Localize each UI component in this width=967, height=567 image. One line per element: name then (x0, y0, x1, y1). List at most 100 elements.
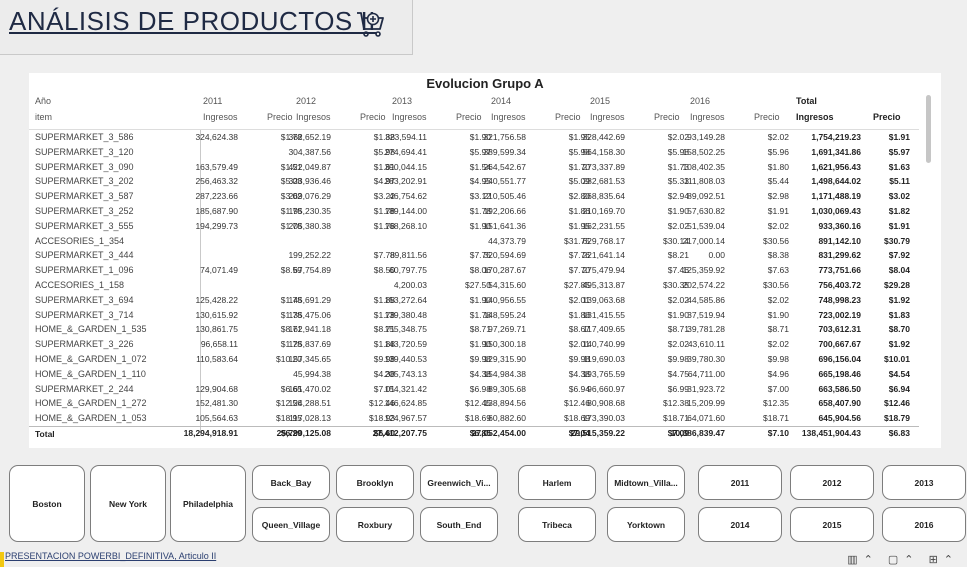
total-ingresos-cell: 773,751.66 (818, 265, 861, 276)
total-precio-cell: $8.04 (888, 265, 910, 276)
ingresos-cell: 161,470.02 (288, 383, 331, 394)
year-header[interactable]: 2015 (590, 96, 610, 106)
precio-header[interactable]: Precio (654, 112, 680, 122)
neighborhood-slicer-button[interactable]: South_End (420, 507, 498, 542)
ingresos-header[interactable]: Ingresos (296, 112, 331, 122)
city-slicer-button[interactable]: Philadelphia (170, 465, 246, 542)
page-title: ANÁLISIS DE PRODUCTOS II (9, 6, 376, 36)
precio-cell: $2.94 (667, 191, 689, 202)
neighborhood-slicer-button[interactable]: Back_Bay (252, 465, 330, 500)
table-row[interactable]: HOME_&_GARDEN_1_110 45,994.38 $4.38 205,743… (29, 368, 919, 380)
table-row[interactable]: SUPERMARKET_3_694 125,428.22 $1.78 145,691.… (29, 294, 919, 306)
neighborhood-slicer-button[interactable]: Yorktown (607, 507, 685, 542)
precio-cell: $2.02 (667, 220, 689, 231)
ingresos-cell: 185,687.90 (195, 206, 238, 216)
table-row[interactable]: ACCESORIES_1_158 4,200.03 $27.50 54,315.60 $… (29, 279, 919, 291)
precio-header[interactable]: Precio (360, 112, 386, 122)
total-ingresos-cell: 696,156.04 (818, 354, 861, 364)
precio-header[interactable]: Precio (456, 112, 482, 122)
table-row[interactable]: SUPERMARKET_3_090 163,579.49 $1.51 422,049.… (29, 161, 919, 173)
year-slicer-button[interactable]: 2015 (790, 507, 874, 542)
ingresos-header[interactable]: Ingresos (491, 112, 526, 122)
table-row[interactable]: SUPERMARKET_3_120 304,387.56 $5.98 274,694.… (29, 146, 919, 158)
neighborhood-slicer-button[interactable]: Greenwich_Vi... (420, 465, 498, 500)
neighborhood-slicer-button[interactable]: Queen_Village (252, 507, 330, 542)
total-precio-cell: $1.91 (888, 132, 910, 142)
table-row[interactable]: SUPERMARKET_3_586 324,624.38 $1.78 362,652.… (29, 131, 919, 143)
table-row[interactable]: SUPERMARKET_3_444 199,252.22 $7.78 89,811.5… (29, 249, 919, 261)
total-ingresos-header[interactable]: Ingresos (796, 112, 834, 122)
ingresos-cell: 629,768.17 (582, 235, 625, 246)
ingresos-cell: 189,144.00 (384, 206, 427, 216)
ingresos-cell: 97,269.71 (488, 324, 526, 335)
year-header[interactable]: 2012 (296, 96, 316, 106)
table-row[interactable]: SUPERMARKET_3_226 96,658.11 $1.78 125,837.6… (29, 338, 919, 350)
ingresos-header[interactable]: Ingresos (392, 112, 427, 122)
precio-cell: $2.02 (767, 132, 789, 142)
precio-cell: $18.71 (763, 413, 789, 424)
row-item-label: SUPERMARKET_3_555 (35, 220, 134, 231)
total-precio-header[interactable]: Precio (873, 112, 901, 122)
table-row[interactable]: SUPERMARKET_3_555 194,299.73 $1.78 205,380.… (29, 220, 919, 232)
year-header[interactable]: 2011 (203, 96, 222, 106)
total-ingresos-cell: 665,198.46 (818, 368, 861, 379)
vertical-scrollbar[interactable] (926, 95, 931, 163)
ingresos-cell: 46,754.62 (389, 191, 427, 202)
table-row[interactable]: SUPERMARKET_3_252 185,687.90 $1.78 195,230.… (29, 205, 919, 217)
row-header-year: Año (35, 96, 52, 106)
precio-header[interactable]: Precio (555, 112, 581, 122)
neighborhood-slicer-button[interactable]: Tribeca (518, 507, 596, 542)
ingresos-cell: 495,313.87 (582, 280, 625, 290)
city-slicer-button[interactable]: Boston (9, 465, 85, 542)
year-slicer-button[interactable]: 2011 (698, 465, 782, 500)
precio-cell: $27.50 (465, 280, 491, 290)
ingresos-cell: 129,904.68 (195, 383, 238, 394)
ingresos-cell: 139,440.53 (384, 354, 427, 364)
precio-cell: $18.69 (465, 413, 491, 424)
ingresos-cell: 154,984.38 (483, 368, 526, 379)
table-row[interactable]: SUPERMARKET_1_096 74,071.49 $8.59 67,754.89… (29, 264, 919, 276)
precio-cell: $8.71 (767, 324, 789, 335)
table-row[interactable]: SUPERMARKET_2_244 129,904.68 $6.65 161,470.… (29, 383, 919, 395)
precio-cell: $8.38 (767, 250, 789, 261)
neighborhood-slicer-button[interactable]: Harlem (518, 465, 596, 500)
table-row[interactable]: SUPERMARKET_3_202 256,463.32 $5.08 323,936.… (29, 175, 919, 187)
ingresos-header[interactable]: Ingresos (203, 112, 238, 122)
precio-cell: $2.02 (667, 132, 689, 142)
total-ingresos-cell: 658,407.90 (818, 398, 861, 409)
year-header[interactable]: 2016 (690, 96, 710, 106)
file-name-link[interactable]: PRESENTACION POWERBI_DEFINITIVA, Articul… (5, 551, 216, 561)
table-row[interactable]: HOME_&_GARDEN_1_535 130,861.75 $8.71 162,94… (29, 323, 919, 335)
table-row[interactable]: ACCESORIES_1_354 44,373.79 $31.75 629,768.1… (29, 235, 919, 247)
year-slicer-button[interactable]: 2014 (698, 507, 782, 542)
precio-header[interactable]: Precio (754, 112, 780, 122)
city-slicer-button[interactable]: New York (90, 465, 166, 542)
chart-icon[interactable]: ▥⌃ (847, 554, 879, 566)
neighborhood-slicer-button[interactable]: Brooklyn (336, 465, 414, 500)
year-slicer-button[interactable]: 2013 (882, 465, 966, 500)
ingresos-cell: 108,402.35 (682, 161, 725, 172)
view-icon[interactable]: ⊞⌃ (929, 554, 959, 566)
year-header[interactable]: 2014 (491, 96, 511, 106)
year-slicer-button[interactable]: 2016 (882, 507, 966, 542)
neighborhood-slicer-button[interactable]: Midtown_Villa... (607, 465, 685, 500)
total-header[interactable]: Total (796, 96, 817, 106)
table-row[interactable]: HOME_&_GARDEN_1_072 110,583.64 $10.20 157,3… (29, 353, 919, 365)
matrix-visual[interactable]: Evolucion Grupo A Año item 2011 Ingresos P… (29, 73, 941, 448)
precio-cell: $1.80 (767, 161, 789, 172)
ingresos-header[interactable]: Ingresos (690, 112, 725, 122)
table-row[interactable]: SUPERMARKET_3_714 130,615.92 $1.78 135,475.… (29, 309, 919, 321)
cart-add-icon (357, 12, 384, 37)
ingresos-header[interactable]: Ingresos (590, 112, 625, 122)
precio-header[interactable]: Precio (267, 112, 293, 122)
table-row[interactable]: HOME_&_GARDEN_1_053 105,564.63 $18.95 117,0… (29, 412, 919, 424)
ingresos-cell: 274,694.41 (384, 146, 427, 157)
year-header[interactable]: 2013 (392, 96, 412, 106)
bookmark-icon[interactable]: ▢⌃ (888, 554, 920, 566)
total-precio-cell: $18.79 (884, 413, 910, 424)
table-row[interactable]: HOME_&_GARDEN_1_272 152,481.30 $12.56 124,2… (29, 397, 919, 409)
neighborhood-slicer-button[interactable]: Roxbury (336, 507, 414, 542)
table-row[interactable]: SUPERMARKET_3_587 287,223.66 $3.02 269,076.… (29, 190, 919, 202)
total-ingresos-cell: 1,030,069.43 (811, 206, 861, 216)
year-slicer-button[interactable]: 2012 (790, 465, 874, 500)
